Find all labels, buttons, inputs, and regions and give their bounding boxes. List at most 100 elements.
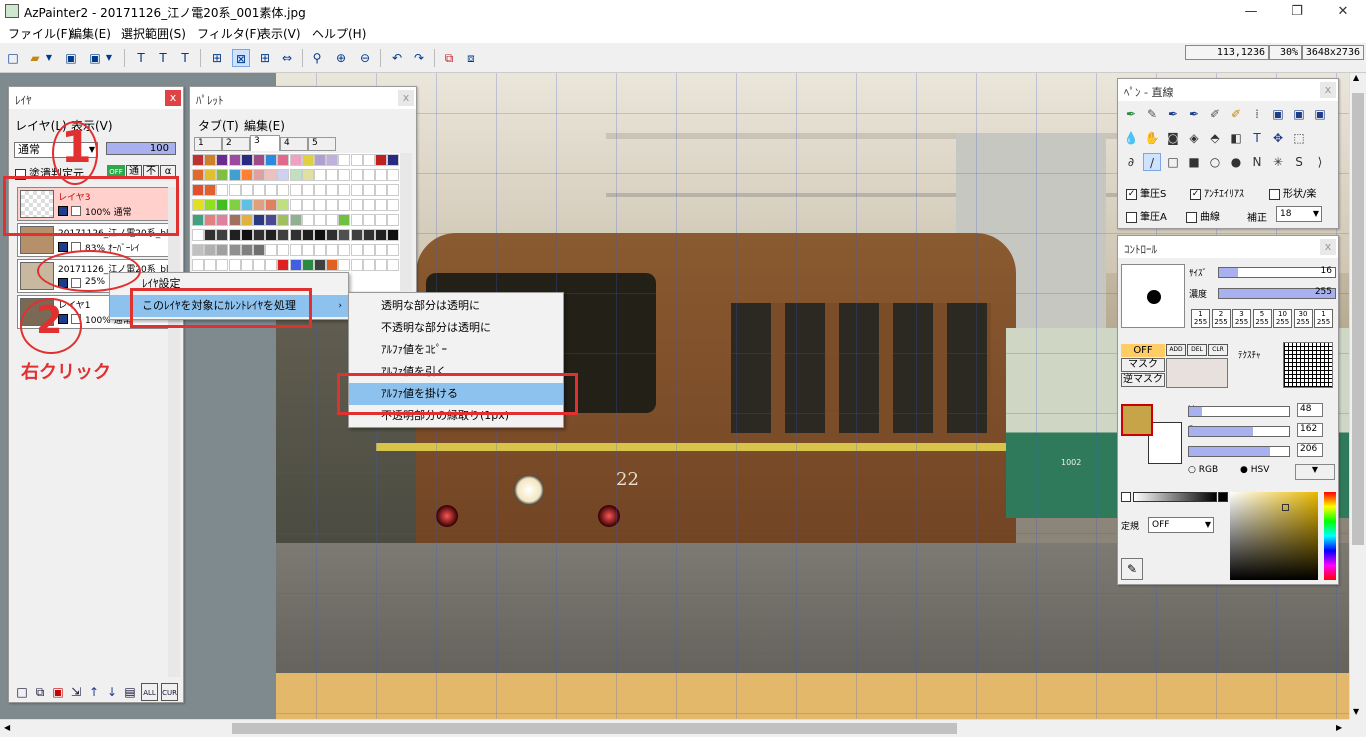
palette-swatch[interactable] <box>350 229 363 241</box>
layer-visible-icon[interactable] <box>58 242 68 252</box>
palette-swatch[interactable] <box>265 169 278 181</box>
palette-swatch[interactable] <box>326 229 339 241</box>
vertical-scroll-thumb[interactable] <box>1352 93 1364 545</box>
palette-swatch[interactable] <box>350 214 363 226</box>
palette-swatch[interactable] <box>289 154 302 166</box>
polyline-icon[interactable]: N <box>1248 153 1266 171</box>
palette-scrollbar[interactable] <box>400 153 412 291</box>
palette-swatch[interactable] <box>301 229 314 241</box>
control-close-icon[interactable]: x <box>1320 239 1336 255</box>
horizontal-scrollbar[interactable]: ◀ ▶ <box>0 719 1349 737</box>
scroll-right-icon[interactable]: ▶ <box>1336 723 1342 732</box>
palette-swatch[interactable] <box>362 154 375 166</box>
brush-preset-6[interactable]: 1 255 <box>1314 309 1333 328</box>
palette-swatch[interactable] <box>375 169 387 181</box>
palette-swatch[interactable] <box>375 214 387 226</box>
palette-swatch[interactable] <box>362 259 375 271</box>
palette-swatch[interactable] <box>228 244 241 256</box>
palette-swatch[interactable] <box>253 259 265 271</box>
submenu-opaque-to-transparent[interactable]: 不透明な部分は透明に <box>349 317 563 339</box>
ellipse-icon[interactable]: ○ <box>1206 153 1224 171</box>
palette-swatch[interactable] <box>216 244 229 256</box>
layer-list-scrollbar[interactable] <box>168 187 180 677</box>
palette-swatch[interactable] <box>265 259 278 271</box>
close-button[interactable]: ✕ <box>1320 0 1366 23</box>
brush-preset-3[interactable]: 5 255 <box>1252 309 1272 328</box>
palette-swatch[interactable] <box>216 169 229 181</box>
palette-swatch[interactable] <box>350 154 363 166</box>
brush-preset-1[interactable]: 2 255 <box>1211 309 1231 328</box>
correction-select[interactable]: 18 ▼ <box>1276 206 1322 222</box>
vertical-scrollbar[interactable]: ▲ ▼ <box>1349 73 1366 719</box>
h-slider[interactable] <box>1188 406 1290 417</box>
palette-swatch[interactable] <box>216 184 229 196</box>
bezier-icon[interactable]: ⟩ <box>1311 153 1329 171</box>
palette-swatch[interactable] <box>192 244 204 256</box>
palette-swatch[interactable] <box>204 169 217 181</box>
palette-swatch[interactable] <box>289 184 302 196</box>
palette-swatch[interactable] <box>375 244 387 256</box>
lasso-icon[interactable]: ◈ <box>1185 129 1203 147</box>
saturation-value-picker[interactable] <box>1230 492 1318 580</box>
palette-swatch[interactable] <box>301 259 314 271</box>
star-icon[interactable]: ✳ <box>1269 153 1287 171</box>
palette-swatch[interactable] <box>204 214 217 226</box>
canvas-size-icon[interactable]: ⊞ <box>208 49 226 67</box>
palette-swatch[interactable] <box>265 244 278 256</box>
menu-file[interactable]: ファイル(F) <box>8 25 72 42</box>
v-slider[interactable] <box>1188 446 1290 457</box>
move-up-icon[interactable]: ↑ <box>85 683 103 701</box>
palette-swatch[interactable] <box>387 154 400 166</box>
palette-swatch[interactable] <box>314 244 326 256</box>
palette-swatch[interactable] <box>362 199 375 211</box>
palette-swatch[interactable] <box>350 244 363 256</box>
hue-strip[interactable] <box>1324 492 1336 580</box>
palette-swatch[interactable] <box>204 244 217 256</box>
palette-tab-menu[interactable]: タブ(T) <box>198 117 239 134</box>
mask-button[interactable]: マスク <box>1121 358 1165 372</box>
gradient-icon[interactable]: ◧ <box>1227 129 1245 147</box>
palette-swatch[interactable] <box>387 214 400 226</box>
all-button[interactable]: ALL <box>141 683 158 701</box>
palette-swatch[interactable] <box>375 154 387 166</box>
palette-swatch[interactable] <box>277 199 290 211</box>
palette-swatch[interactable] <box>338 154 351 166</box>
brush-preset-4[interactable]: 10 255 <box>1273 309 1292 328</box>
menu-view[interactable]: 表示(V) <box>259 25 301 42</box>
save-dropdown-icon[interactable]: ▼ <box>104 49 114 67</box>
palette-swatch[interactable] <box>387 199 400 211</box>
palette-swatch[interactable] <box>387 184 400 196</box>
palette-swatch[interactable] <box>289 229 302 241</box>
palette-swatch[interactable] <box>289 199 302 211</box>
palette-swatch[interactable] <box>314 169 326 181</box>
text-tool2-icon[interactable]: T <box>154 49 172 67</box>
sv-picker-cursor[interactable] <box>1282 504 1289 511</box>
palette-swatch[interactable] <box>204 154 217 166</box>
fill-rect-icon[interactable]: ■ <box>1185 153 1203 171</box>
layer-merge-icon[interactable]: ⧈ <box>462 49 480 67</box>
palette-swatch[interactable] <box>314 184 326 196</box>
merge-down-icon[interactable]: ⇲ <box>67 683 85 701</box>
gradient-bar[interactable] <box>1133 492 1217 502</box>
size-slider[interactable]: 16 <box>1218 266 1336 278</box>
palette-swatch[interactable] <box>326 184 339 196</box>
palette-close-icon[interactable]: x <box>398 90 414 106</box>
palette-swatch[interactable] <box>326 169 339 181</box>
palette-swatch[interactable] <box>265 184 278 196</box>
scroll-left-icon[interactable]: ◀ <box>4 723 10 732</box>
opacity-slider[interactable]: 100 <box>106 142 176 155</box>
palette-swatch[interactable] <box>228 214 241 226</box>
menu-help[interactable]: ヘルプ(H) <box>312 25 366 42</box>
palette-swatch[interactable] <box>301 214 314 226</box>
stamp-icon[interactable]: ▣ <box>1269 105 1287 123</box>
palette-swatch[interactable] <box>314 154 326 166</box>
hsv-radio[interactable]: ● HSV <box>1240 465 1269 475</box>
palette-swatch[interactable] <box>362 229 375 241</box>
palette-swatch[interactable] <box>204 229 217 241</box>
palette-swatch[interactable] <box>375 259 387 271</box>
palette-swatch[interactable] <box>350 169 363 181</box>
pen-icon[interactable]: ✒ <box>1122 105 1140 123</box>
palette-swatch[interactable] <box>375 199 387 211</box>
palette-swatch[interactable] <box>265 214 278 226</box>
palette-swatch[interactable] <box>277 259 290 271</box>
